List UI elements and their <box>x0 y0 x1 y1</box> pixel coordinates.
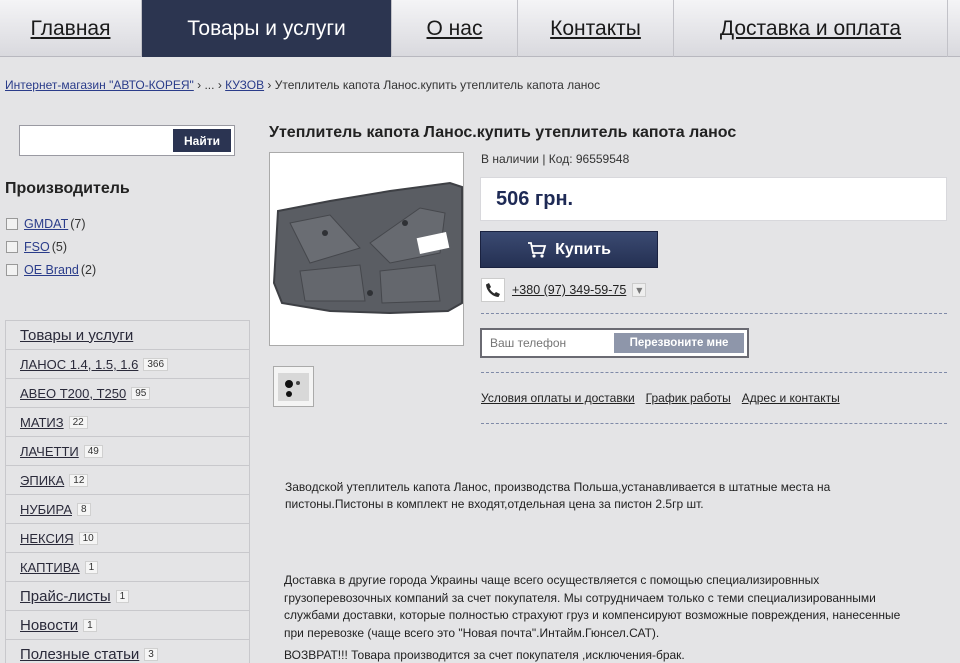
callback-phone-input[interactable] <box>490 334 608 352</box>
category-item[interactable]: Товары и услуги <box>6 321 249 350</box>
nav-delivery-payment[interactable]: Доставка и оплата <box>674 0 948 57</box>
category-item[interactable]: ЭПИКА 12 <box>6 466 249 495</box>
category-item[interactable]: КАПТИВА 1 <box>6 553 249 582</box>
category-item[interactable]: ЛАНОС 1.4, 1.5, 1.6 366 <box>6 350 249 379</box>
category-label[interactable]: Товары и услуги <box>20 327 133 344</box>
product-description: Заводской утеплитель капота Ланос, произ… <box>285 479 875 513</box>
category-count-badge: 95 <box>131 386 151 400</box>
breadcrumb-section-link[interactable]: КУЗОВ <box>225 78 264 92</box>
hood-insulator-image <box>270 153 463 345</box>
nav-about[interactable]: О нас <box>392 0 518 57</box>
filter-name-link[interactable]: GMDAT <box>24 217 68 231</box>
phone-icon <box>481 278 505 302</box>
delivery-line: при перевозке (чаще всего это "Новая поч… <box>284 625 660 640</box>
info-links: Условия оплаты и доставки График работы … <box>481 391 840 405</box>
breadcrumb-separator: › <box>264 78 275 92</box>
filter-name-link[interactable]: FSO <box>24 240 50 254</box>
breadcrumb-separator: › ... › <box>193 78 226 92</box>
category-count-badge: 3 <box>144 647 158 661</box>
manufacturer-filter-item[interactable]: OE Brand (2) <box>6 258 96 281</box>
thumbnail-image <box>278 373 309 401</box>
product-thumbnail[interactable] <box>273 366 314 407</box>
category-count-badge: 1 <box>115 589 130 603</box>
breadcrumb-current: Утеплитель капота Ланос.купить утеплител… <box>274 78 601 92</box>
breadcrumb: Интернет-магазин "АВТО-КОРЕЯ" › ... › КУ… <box>5 78 600 92</box>
availability-code: В наличии | Код: 96559548 <box>481 152 630 166</box>
category-count-badge: 1 <box>83 618 97 632</box>
product-image[interactable] <box>269 152 464 346</box>
category-label[interactable]: АВЕО Т200, Т250 <box>20 386 126 401</box>
delivery-line: Доставка в другие города Украины чаще вс… <box>284 573 820 587</box>
category-label[interactable]: ЛАНОС 1.4, 1.5, 1.6 <box>20 357 138 372</box>
category-label[interactable]: КАПТИВА <box>20 560 80 575</box>
filter-count: (5) <box>51 239 67 254</box>
nav-products-services[interactable]: Товары и услуги <box>142 0 392 57</box>
filter-checkbox[interactable] <box>6 217 18 230</box>
address-contacts-link[interactable]: Адрес и контакты <box>742 391 840 405</box>
cart-icon <box>528 241 547 258</box>
delivery-info: Доставка в другие города Украины чаще вс… <box>284 572 934 642</box>
divider <box>481 372 947 373</box>
product-title: Утеплитель капота Ланос.купить утеплител… <box>269 124 737 141</box>
category-count-badge: 12 <box>69 473 89 487</box>
manufacturer-filter-title: Производитель <box>5 180 130 197</box>
category-menu: Товары и услуги ЛАНОС 1.4, 1.5, 1.6 366 АВЕ… <box>5 320 250 663</box>
chevron-down-icon[interactable]: ▼ <box>632 283 647 297</box>
category-item[interactable]: Прайс-листы 1 <box>6 582 249 611</box>
category-item[interactable]: ЛАЧЕТТИ 49 <box>6 437 249 466</box>
top-navigation: Главная Товары и услуги О нас Контакты Д… <box>0 0 960 57</box>
delivery-line: службами доставки, которые полностью стр… <box>284 608 901 622</box>
category-label[interactable]: Новости <box>20 617 78 634</box>
category-item[interactable]: Полезные статьи 3 <box>6 640 249 663</box>
breadcrumb-home-link[interactable]: Интернет-магазин "АВТО-КОРЕЯ" <box>5 78 194 92</box>
category-item[interactable]: АВЕО Т200, Т250 95 <box>6 379 249 408</box>
price: 506 грн. <box>496 187 574 210</box>
category-label[interactable]: ЭПИКА <box>20 473 64 488</box>
work-schedule-link[interactable]: График работы <box>646 391 731 405</box>
category-label[interactable]: ЛАЧЕТТИ <box>20 444 79 459</box>
category-label[interactable]: Полезные статьи <box>20 646 139 663</box>
price-box: 506 грн. <box>480 177 947 221</box>
divider <box>481 313 947 314</box>
phone-number-link[interactable]: +380 (97) 349-59-75 <box>512 283 626 297</box>
category-count-badge: 49 <box>83 444 103 458</box>
category-item[interactable]: НЕКСИЯ 10 <box>6 524 249 553</box>
category-count-badge: 1 <box>84 560 99 574</box>
phone-row: +380 (97) 349-59-75 ▼ <box>481 278 647 302</box>
filter-count: (2) <box>80 262 97 277</box>
callback-button[interactable]: Перезвоните мне <box>614 333 744 353</box>
search-button[interactable]: Найти <box>173 129 231 152</box>
category-label[interactable]: НУБИРА <box>20 502 72 517</box>
category-count-badge: 366 <box>143 357 169 371</box>
divider <box>481 423 947 424</box>
nav-home[interactable]: Главная <box>0 0 142 57</box>
description-line: Заводской утеплитель капота Ланос, произ… <box>285 480 831 494</box>
return-policy: ВОЗВРАТ!!! Товара производится за счет п… <box>284 648 685 662</box>
filter-checkbox[interactable] <box>6 263 18 276</box>
delivery-line: грузоперевозочных компаний за счет покуп… <box>284 590 876 605</box>
nav-contacts[interactable]: Контакты <box>518 0 674 57</box>
search-input[interactable] <box>22 128 172 153</box>
filter-count: (7) <box>70 216 86 231</box>
category-label[interactable]: Прайс-листы <box>20 588 111 605</box>
buy-button[interactable]: Купить <box>480 231 658 268</box>
description-line: пистоны.Пистоны в комплект не входят,отд… <box>285 497 704 511</box>
filter-checkbox[interactable] <box>6 240 18 253</box>
search-box: Найти <box>19 125 235 156</box>
category-item[interactable]: МАТИЗ 22 <box>6 408 249 437</box>
category-label[interactable]: МАТИЗ <box>20 415 64 430</box>
category-label[interactable]: НЕКСИЯ <box>20 531 74 546</box>
category-count-badge: 8 <box>77 502 91 516</box>
callback-form: Перезвоните мне <box>480 328 749 358</box>
category-item[interactable]: Новости 1 <box>6 611 249 640</box>
category-item[interactable]: НУБИРА 8 <box>6 495 249 524</box>
payment-delivery-terms-link[interactable]: Условия оплаты и доставки <box>481 391 635 405</box>
manufacturer-filter-list: GMDAT (7) FSO (5) OE Brand (2) <box>6 212 96 281</box>
category-count-badge: 22 <box>68 415 88 429</box>
manufacturer-filter-item[interactable]: FSO (5) <box>6 235 96 258</box>
filter-name-link[interactable]: OE Brand <box>24 263 79 277</box>
manufacturer-filter-item[interactable]: GMDAT (7) <box>6 212 96 235</box>
category-count-badge: 10 <box>78 531 98 545</box>
buy-button-label: Купить <box>555 240 611 258</box>
